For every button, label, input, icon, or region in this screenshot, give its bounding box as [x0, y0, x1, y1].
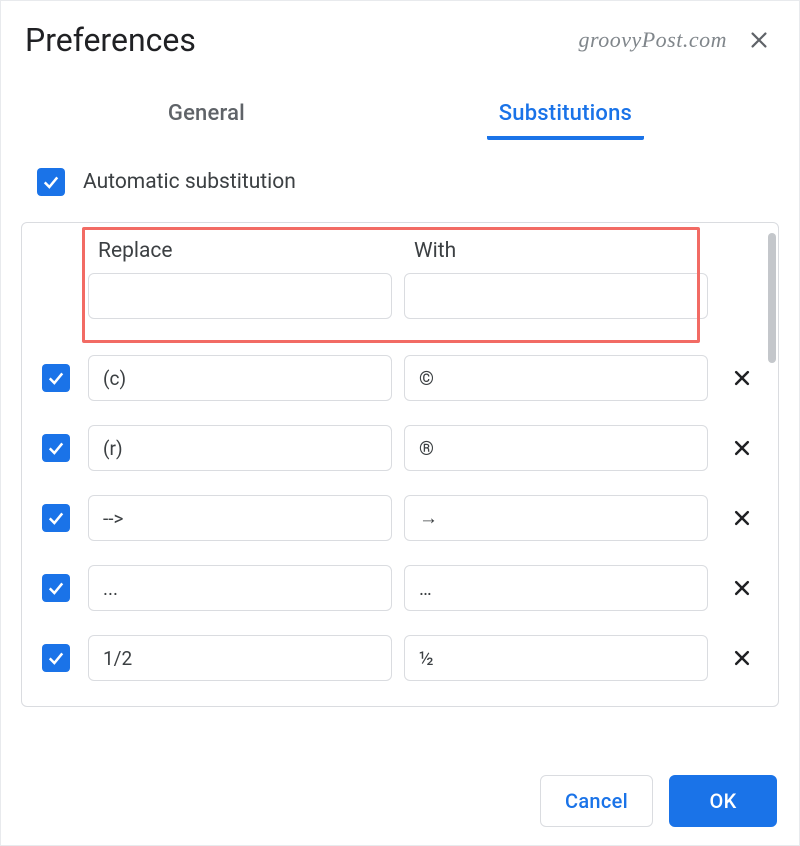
scrollbar-thumb[interactable] [768, 233, 776, 363]
with-field[interactable]: → [404, 495, 708, 541]
new-with-input[interactable] [404, 273, 708, 319]
with-field[interactable]: © [404, 355, 708, 401]
close-icon[interactable] [743, 24, 775, 56]
replace-field[interactable]: --> [88, 495, 392, 541]
with-field[interactable]: ½ [404, 635, 708, 681]
column-header-with: With [414, 239, 708, 263]
tab-general[interactable]: General [156, 95, 257, 140]
with-field[interactable]: … [404, 565, 708, 611]
new-replace-input[interactable] [88, 273, 392, 319]
replace-field[interactable]: ... [88, 565, 392, 611]
ok-button[interactable]: OK [669, 775, 777, 827]
column-header-replace: Replace [98, 239, 392, 263]
table-row: (c) © [22, 343, 778, 413]
tab-substitutions[interactable]: Substitutions [487, 95, 644, 140]
table-row: 1/2 ½ [22, 623, 778, 693]
header-row: Replace With [22, 223, 778, 343]
delete-row-button[interactable] [725, 361, 759, 395]
auto-substitution-label: Automatic substitution [83, 170, 296, 194]
row-checkbox[interactable] [42, 644, 70, 672]
row-checkbox[interactable] [42, 434, 70, 462]
table-row: --> → [22, 483, 778, 553]
tabs: General Substitutions [1, 95, 799, 140]
delete-row-button[interactable] [725, 431, 759, 465]
substitution-list: Replace With (c) © (r) ® [21, 222, 779, 707]
auto-substitution-checkbox[interactable] [37, 168, 65, 196]
table-row: (r) ® [22, 413, 778, 483]
with-field[interactable]: ® [404, 425, 708, 471]
row-checkbox[interactable] [42, 574, 70, 602]
delete-row-button[interactable] [725, 501, 759, 535]
replace-field[interactable]: (c) [88, 355, 392, 401]
delete-row-button[interactable] [725, 641, 759, 675]
delete-row-button[interactable] [725, 571, 759, 605]
dialog-title: Preferences [25, 21, 578, 59]
watermark-text: groovyPost.com [578, 27, 727, 53]
replace-field[interactable]: 1/2 [88, 635, 392, 681]
replace-field[interactable]: (r) [88, 425, 392, 471]
row-checkbox[interactable] [42, 364, 70, 392]
table-row: ... … [22, 553, 778, 623]
row-checkbox[interactable] [42, 504, 70, 532]
cancel-button[interactable]: Cancel [540, 775, 653, 827]
